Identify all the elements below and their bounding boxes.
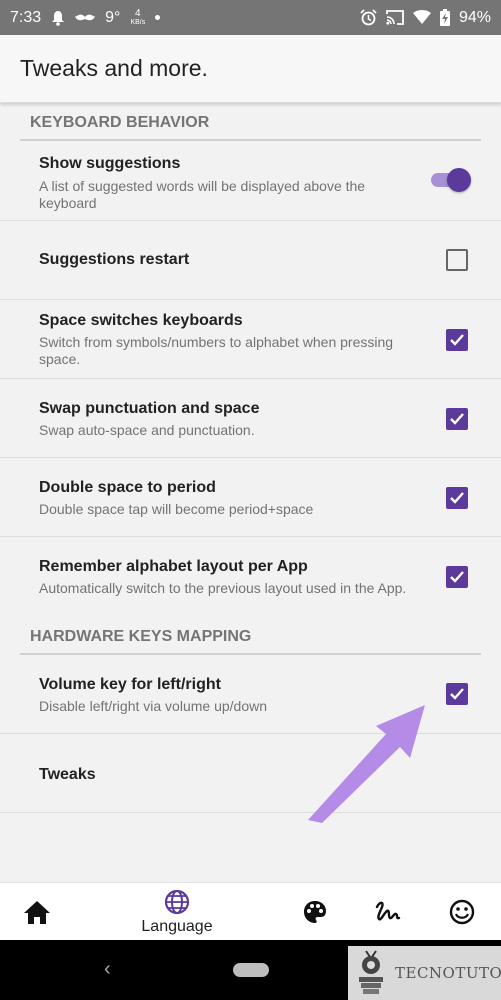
setting-show-suggestions[interactable]: Show suggestions A list of suggested wor…	[0, 141, 501, 221]
setting-title: Suggestions restart	[39, 251, 190, 268]
setting-swap-punctuation-and-space[interactable]: Swap punctuation and space Swap auto-spa…	[0, 379, 501, 458]
suggestions-restart-checkbox[interactable]	[446, 249, 468, 271]
home-pill-icon[interactable]	[233, 963, 269, 977]
status-bar: 7:33 9° 4 KB/s 94%	[0, 0, 501, 35]
show-suggestions-toggle[interactable]	[431, 167, 473, 193]
double-space-period-checkbox[interactable]	[446, 487, 468, 509]
setting-title: Swap punctuation and space	[39, 400, 260, 417]
setting-title: Volume key for left/right	[39, 676, 221, 693]
nav-home[interactable]	[17, 883, 57, 941]
section-header-keyboard-behavior: KEYBOARD BEHAVIOR	[20, 103, 481, 141]
setting-summary: Swap auto-space and punctuation.	[39, 422, 255, 438]
volume-key-checkbox[interactable]	[446, 683, 468, 705]
toggle-thumb	[447, 168, 471, 192]
watermark-text: TECNOTUTO	[395, 964, 501, 982]
check-icon	[450, 688, 464, 700]
setting-title: Remember alphabet layout per App	[39, 558, 308, 575]
setting-double-space-to-period[interactable]: Double space to period Double space tap …	[0, 458, 501, 537]
gesture-icon	[375, 901, 401, 921]
swap-punctuation-checkbox[interactable]	[446, 408, 468, 430]
setting-title: Double space to period	[39, 479, 216, 496]
smiley-icon	[449, 899, 475, 925]
network-speed-value: 4	[135, 7, 141, 19]
setting-summary: Switch from symbols/numbers to alphabet …	[39, 334, 394, 367]
notification-dot-icon	[155, 15, 161, 20]
palette-icon	[304, 901, 326, 923]
mustache-icon	[75, 13, 96, 23]
app-bar: Tweaks and more.	[0, 35, 501, 103]
battery-percent: 94%	[458, 8, 491, 26]
nav-themes[interactable]	[300, 883, 330, 941]
check-icon	[450, 492, 464, 504]
nav-emoji[interactable]	[447, 883, 477, 941]
nav-language[interactable]: Language	[128, 883, 226, 941]
nav-gestures[interactable]	[373, 883, 403, 941]
setting-summary: Double space tap will become period+spac…	[39, 501, 314, 517]
annotation-arrow-icon	[308, 705, 425, 823]
network-speed-unit: KB/s	[130, 18, 146, 26]
nav-language-label: Language	[141, 917, 213, 935]
status-time: 7:33	[10, 8, 42, 26]
cast-icon	[386, 10, 404, 25]
bottom-navigation: Language	[0, 882, 501, 940]
section-header-hardware-keys-mapping: HARDWARE KEYS MAPPING	[20, 617, 481, 655]
back-chevron-icon[interactable]: ‹	[104, 958, 111, 981]
bell-icon	[51, 10, 65, 26]
alarm-icon	[360, 9, 377, 26]
setting-space-switches-keyboards[interactable]: Space switches keyboards Switch from sym…	[0, 300, 501, 379]
page-title: Tweaks and more.	[20, 55, 208, 81]
setting-summary: A list of suggested words will be displa…	[39, 178, 366, 211]
check-icon	[450, 571, 464, 583]
status-temperature: 9°	[105, 8, 121, 26]
setting-remember-alphabet-layout[interactable]: Remember alphabet layout per App Automat…	[0, 537, 501, 619]
wifi-icon	[412, 10, 431, 25]
setting-suggestions-restart[interactable]: Suggestions restart	[0, 221, 501, 300]
check-icon	[450, 334, 464, 346]
setting-summary: Automatically switch to the previous lay…	[39, 580, 407, 596]
watermark-logo-icon	[359, 950, 383, 994]
check-icon	[450, 413, 464, 425]
watermark: TECNOTUTO	[348, 946, 501, 1000]
space-switches-keyboards-checkbox[interactable]	[446, 329, 468, 351]
remember-layout-checkbox[interactable]	[446, 566, 468, 588]
battery-charging-icon	[439, 9, 450, 26]
setting-title: Space switches keyboards	[39, 312, 243, 329]
network-speed: 4 KB/s	[130, 7, 146, 27]
setting-title: Tweaks	[39, 766, 96, 783]
globe-icon	[164, 889, 190, 914]
home-icon	[24, 901, 50, 924]
setting-title: Show suggestions	[39, 155, 181, 172]
